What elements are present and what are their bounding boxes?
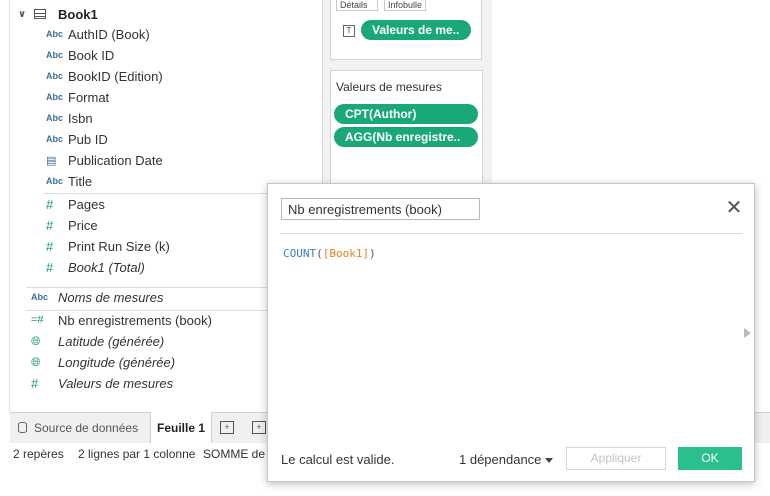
- field-pub-id[interactable]: Abc Pub ID: [46, 130, 108, 148]
- pane-edge: [9, 0, 10, 412]
- calculated-number-icon: =#: [31, 314, 44, 326]
- number-type-icon: #: [46, 217, 54, 233]
- dependencies-dropdown[interactable]: 1 dépendance: [459, 452, 554, 467]
- measure-pill-agg-nb[interactable]: AGG(Nb enregistre..: [334, 127, 478, 147]
- calculation-name-input[interactable]: [281, 198, 480, 220]
- number-type-icon: #: [46, 259, 54, 275]
- field-publication-date[interactable]: ▤ Publication Date: [46, 151, 163, 169]
- formula-editor[interactable]: COUNT([Book1]): [283, 247, 376, 260]
- new-worksheet-icon[interactable]: +: [220, 421, 234, 434]
- tooltip-button[interactable]: Infobulle: [384, 0, 426, 11]
- table-icon: [34, 9, 46, 19]
- chevron-right-icon[interactable]: [744, 328, 751, 338]
- validation-message: Le calcul est valide.: [281, 452, 395, 467]
- apply-button[interactable]: Appliquer: [566, 447, 666, 470]
- details-button[interactable]: Détails: [336, 0, 378, 11]
- tab-datasource[interactable]: Source de données: [18, 412, 138, 443]
- chevron-down-icon[interactable]: ∨: [18, 9, 28, 20]
- string-type-icon: Abc: [46, 29, 64, 39]
- new-dashboard-icon[interactable]: +: [252, 421, 266, 434]
- field-bookid-edition[interactable]: Abc BookID (Edition): [46, 67, 163, 85]
- field-authid-book[interactable]: Abc AuthID (Book): [46, 25, 150, 43]
- string-type-icon: Abc: [46, 50, 64, 60]
- number-type-icon: #: [46, 196, 54, 212]
- text-mark-icon[interactable]: T: [343, 25, 355, 37]
- calculation-editor-dialog: ✕ COUNT([Book1]) Le calcul est valide. 1…: [267, 183, 755, 482]
- field-latitude[interactable]: 🌐︎ Latitude (générée): [31, 332, 164, 350]
- ok-button[interactable]: OK: [678, 447, 742, 470]
- datasource-label: Book1: [58, 6, 98, 22]
- number-type-icon: #: [46, 238, 54, 254]
- field-nb-enregistrements[interactable]: =# Nb enregistrements (book): [31, 311, 212, 329]
- dialog-divider: [280, 233, 742, 234]
- text-pill[interactable]: Valeurs de me..: [361, 20, 471, 40]
- field-valeurs-de-mesures[interactable]: # Valeurs de mesures: [31, 374, 173, 392]
- measure-pill-cpt-author[interactable]: CPT(Author): [334, 104, 478, 124]
- field-price[interactable]: # Price: [46, 216, 98, 234]
- tab-sheet-1[interactable]: Feuille 1: [150, 412, 213, 443]
- string-type-icon: Abc: [46, 176, 64, 186]
- field-print-run-size[interactable]: # Print Run Size (k): [46, 237, 170, 255]
- number-type-icon: #: [31, 375, 39, 391]
- measure-values-title: Valeurs de mesures: [336, 80, 442, 94]
- field-isbn[interactable]: Abc Isbn: [46, 109, 93, 127]
- status-sum: SOMME de V: [203, 447, 277, 461]
- formula-function: COUNT: [283, 247, 317, 260]
- calendar-icon: ▤: [46, 154, 57, 167]
- globe-icon: 🌐︎: [31, 333, 41, 348]
- string-type-icon: Abc: [46, 92, 64, 102]
- field-book-id[interactable]: Abc Book ID: [46, 46, 114, 64]
- field-longitude[interactable]: 🌐︎ Longitude (générée): [31, 353, 175, 371]
- string-type-icon: Abc: [46, 113, 64, 123]
- field-format[interactable]: Abc Format: [46, 88, 109, 106]
- field-book1-total[interactable]: # Book1 (Total): [46, 258, 145, 276]
- field-pages[interactable]: # Pages: [46, 195, 105, 213]
- formula-open-paren: (: [316, 247, 323, 260]
- database-icon: [18, 422, 27, 433]
- formula-close-paren: ): [369, 247, 376, 260]
- field-noms-de-mesures[interactable]: Abc Noms de mesures: [31, 288, 163, 306]
- dimensions-measures-divider: [44, 193, 270, 194]
- globe-icon: 🌐︎: [31, 354, 41, 369]
- status-rows-cols: 2 lignes par 1 colonne: [78, 447, 196, 461]
- formula-field-ref: [Book1]: [322, 247, 370, 260]
- close-icon[interactable]: ✕: [724, 198, 744, 219]
- string-type-icon: Abc: [31, 292, 49, 302]
- string-type-icon: Abc: [46, 71, 64, 81]
- string-type-icon: Abc: [46, 134, 64, 144]
- datasource-tree-header[interactable]: ∨ Book1: [18, 5, 98, 23]
- caret-down-icon: [545, 458, 554, 464]
- field-title[interactable]: Abc Title: [46, 172, 92, 190]
- status-marks: 2 repères: [13, 447, 64, 461]
